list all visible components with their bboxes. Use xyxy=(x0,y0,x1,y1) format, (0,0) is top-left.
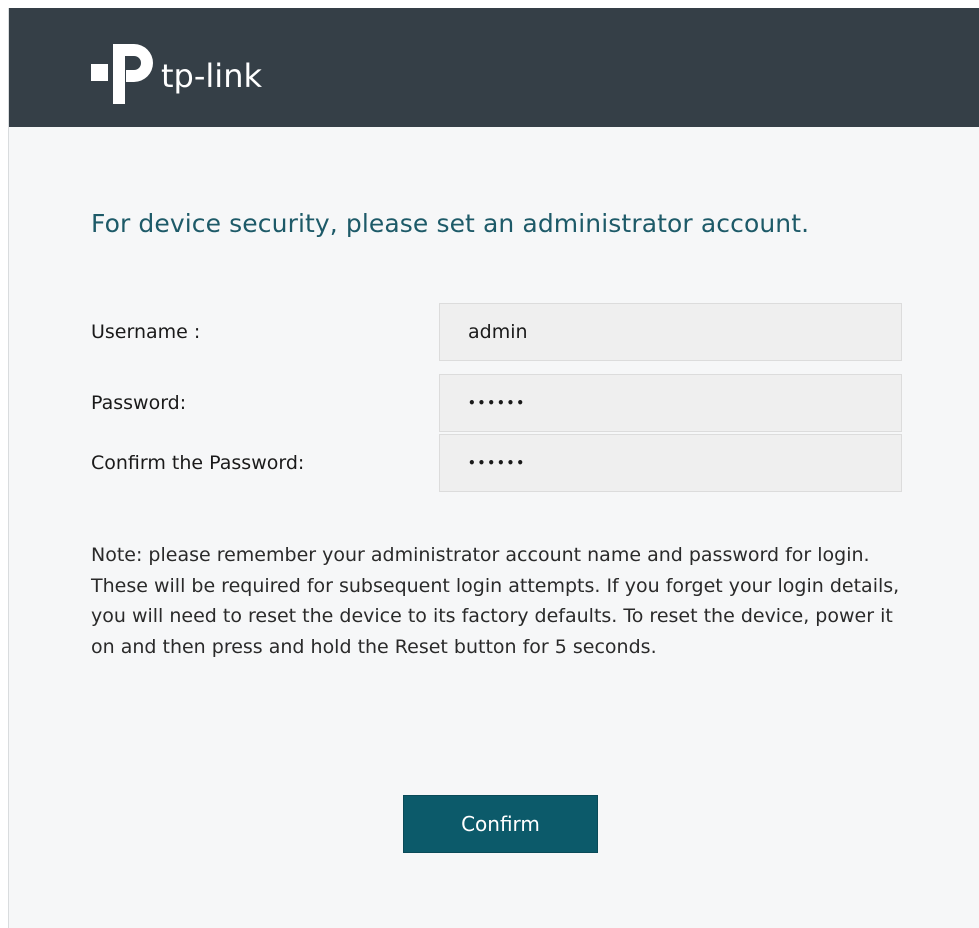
confirm-password-input[interactable] xyxy=(439,434,902,492)
password-row: Password: xyxy=(91,374,903,432)
tp-link-logo-icon xyxy=(91,44,153,104)
security-note: Note: please remember your administrator… xyxy=(91,544,900,658)
setup-panel: tp-link For device security, please set … xyxy=(8,8,979,928)
confirm-button[interactable]: Confirm xyxy=(403,795,598,853)
password-input[interactable] xyxy=(439,374,902,432)
password-label: Password: xyxy=(91,392,187,414)
confirm-password-row: Confirm the Password: xyxy=(91,434,903,492)
page-title: For device security, please set an admin… xyxy=(91,209,810,238)
confirm-password-label: Confirm the Password: xyxy=(91,452,305,474)
username-label: Username : xyxy=(91,321,201,343)
username-row: Username : xyxy=(91,303,903,361)
brand-wordmark: tp-link xyxy=(161,57,262,95)
username-input[interactable] xyxy=(439,303,902,361)
brand-logo: tp-link xyxy=(89,30,289,110)
header-bar: tp-link xyxy=(9,8,979,127)
